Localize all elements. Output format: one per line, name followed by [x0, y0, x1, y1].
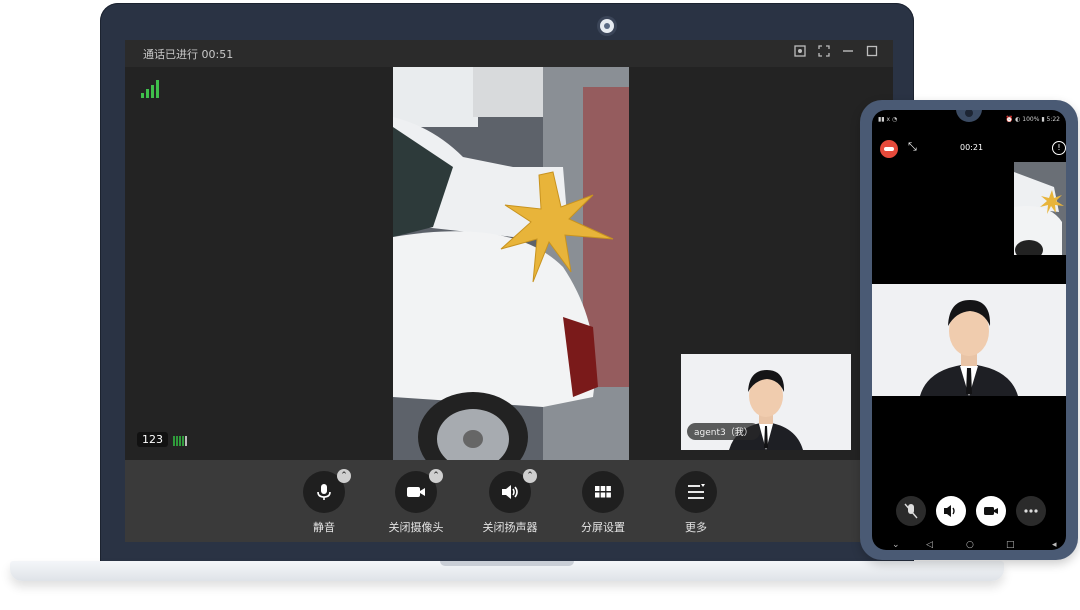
signal-strength-icon	[141, 80, 161, 98]
more-dots-icon	[1024, 509, 1038, 513]
speaker-off-label: 关闭扬声器	[482, 521, 538, 534]
more-label: 更多	[685, 521, 707, 534]
screenshot-icon[interactable]	[793, 45, 807, 59]
minimize-icon[interactable]	[841, 45, 855, 59]
info-icon[interactable]: !	[1052, 141, 1066, 155]
menu-icon	[688, 484, 705, 499]
call-duration: 通话已进行 00:51	[143, 48, 234, 61]
minimize-call-icon[interactable]: ⤡	[908, 140, 917, 154]
phone-frame: ▮▮ ⅹ ◔ ⏰ ◐ 100% ▮ 5:22 ⤡ 00:21 ! ⌄ ◁ ○ □…	[860, 100, 1078, 560]
audio-level-bars	[173, 436, 187, 446]
phone-more-button[interactable]	[1016, 496, 1046, 526]
laptop-camera	[600, 19, 614, 33]
split-screen-label: 分屏设置	[581, 521, 625, 534]
camera-off-button[interactable]: ⌃ 关闭摄像头	[371, 469, 461, 535]
phone-status-left: ▮▮ ⅹ ◔	[878, 116, 898, 123]
chevron-up-icon[interactable]: ⌃	[429, 469, 443, 483]
more-button[interactable]: 更多	[651, 471, 741, 535]
speaker-icon	[944, 505, 955, 517]
video-call-window: 通话已进行 00:51 agent3（我） 123 ⌃ 静音 ⌃ 关闭摄像头 ⌃…	[125, 40, 893, 542]
fullscreen-icon[interactable]	[817, 45, 831, 59]
phone-screen: ▮▮ ⅹ ◔ ⏰ ◐ 100% ▮ 5:22 ⤡ 00:21 ! ⌄ ◁ ○ □…	[872, 110, 1066, 550]
video-camera-icon	[407, 487, 425, 497]
speaker-off-button[interactable]: ⌃ 关闭扬声器	[465, 469, 555, 535]
phone-local-video	[872, 284, 1066, 396]
hangup-button[interactable]	[880, 140, 898, 158]
maximize-icon[interactable]	[865, 45, 879, 59]
local-video: agent3（我）	[681, 354, 851, 450]
phone-call-timer: 00:21	[960, 143, 984, 152]
mute-label: 静音	[313, 521, 335, 534]
laptop-base	[10, 561, 1004, 581]
phone-agent-avatar	[872, 284, 1066, 396]
call-toolbar: ⌃ 静音 ⌃ 关闭摄像头 ⌃ 关闭扬声器 分屏设置 更多	[125, 460, 893, 542]
local-video-label: agent3（我）	[687, 423, 760, 440]
phone-speaker-button[interactable]	[936, 496, 966, 526]
phone-remote-video	[1014, 162, 1066, 255]
laptop-base-notch	[440, 561, 574, 566]
phone-status-right: ⏰ ◐ 100% ▮ 5:22	[1005, 116, 1060, 123]
phone-camera	[956, 110, 982, 122]
phone-mute-button[interactable]	[896, 496, 926, 526]
remote-video	[393, 67, 629, 460]
speaker-icon	[502, 485, 518, 499]
phone-camera-button[interactable]	[976, 496, 1006, 526]
nav-extra-icon[interactable]: ◂	[1052, 540, 1057, 550]
remote-video-image	[393, 67, 629, 460]
microphone-icon	[317, 484, 331, 500]
camera-off-label: 关闭摄像头	[388, 521, 444, 534]
chevron-up-icon[interactable]: ⌃	[337, 469, 351, 483]
phone-remote-video-image	[1014, 162, 1066, 255]
nav-back-icon[interactable]: ◁	[926, 540, 933, 550]
video-camera-icon	[984, 507, 998, 515]
title-bar: 通话已进行 00:51	[125, 40, 893, 67]
mute-button[interactable]: ⌃ 静音	[279, 469, 369, 535]
microphone-off-icon	[904, 503, 918, 519]
nav-home-icon[interactable]: ○	[966, 540, 974, 550]
audio-level-value: 123	[137, 432, 168, 447]
grid-icon	[595, 486, 611, 498]
nav-down-icon[interactable]: ⌄	[892, 540, 900, 550]
split-screen-button[interactable]: 分屏设置	[558, 471, 648, 535]
chevron-up-icon[interactable]: ⌃	[523, 469, 537, 483]
nav-recent-icon[interactable]: □	[1006, 540, 1015, 550]
